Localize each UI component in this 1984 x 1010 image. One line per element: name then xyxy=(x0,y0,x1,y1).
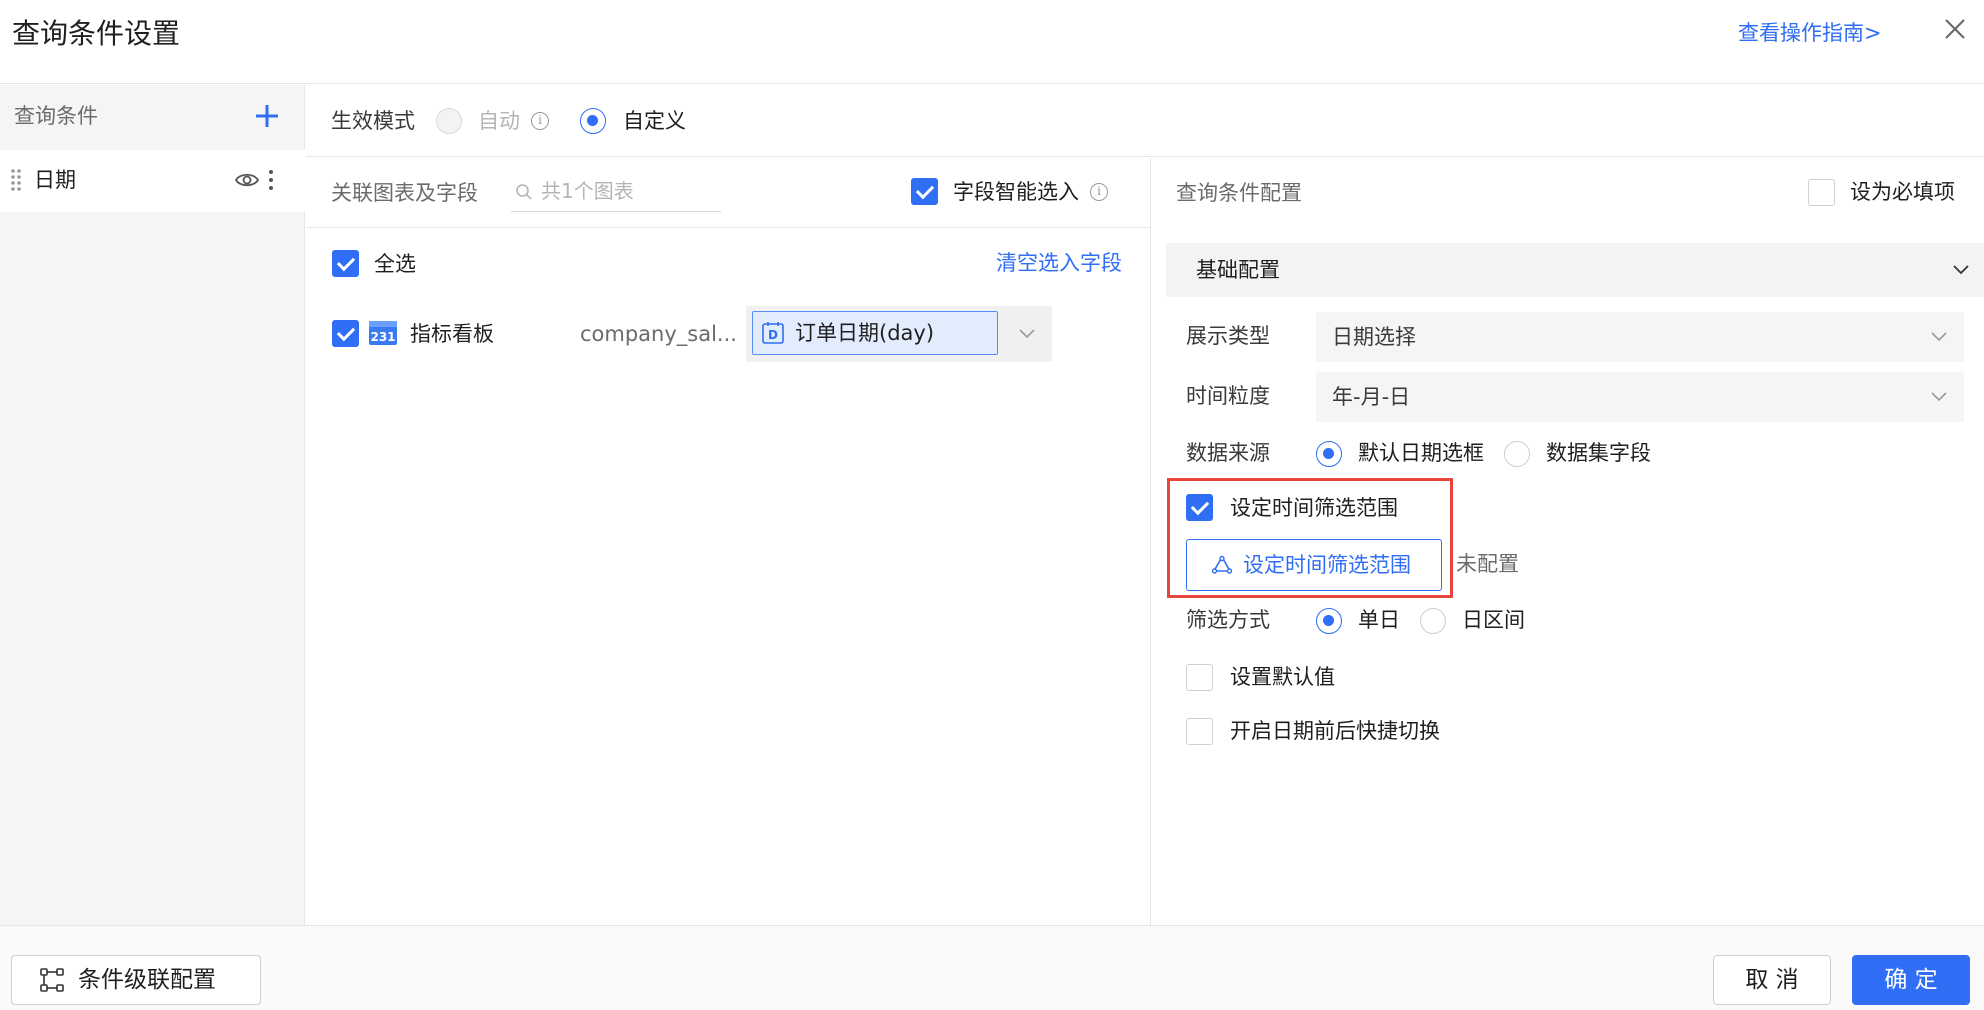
filter-day-range-radio[interactable] xyxy=(1420,608,1446,634)
eye-icon[interactable] xyxy=(234,169,260,191)
default-value-label[interactable]: 设置默认值 xyxy=(1230,661,1335,693)
dialog-title: 查询条件设置 xyxy=(12,17,181,50)
chart-row-checkbox[interactable] xyxy=(332,320,359,347)
mode-auto-label: 自动 xyxy=(478,109,520,133)
basic-config-title: 基础配置 xyxy=(1196,258,1280,282)
data-source-dataset-radio[interactable] xyxy=(1504,441,1530,467)
svg-text:231: 231 xyxy=(370,330,395,344)
mode-custom-radio[interactable] xyxy=(580,108,606,134)
calendar-231-icon: 231 xyxy=(369,321,397,345)
cascade-config-button[interactable]: 条件级联配置 xyxy=(11,955,261,1005)
filter-single-day-label[interactable]: 单日 xyxy=(1358,604,1400,636)
linked-charts-header: 关联图表及字段 字段智能选入 i xyxy=(306,158,1151,228)
close-icon[interactable] xyxy=(1940,14,1970,44)
cascade-icon xyxy=(40,968,64,992)
condition-config-panel: 查询条件配置 设为必填项 基础配置 展示类型 日期选择 时间粒度 年-月-日 数… xyxy=(1152,158,1984,925)
set-time-range-button-label: 设定时间筛选范围 xyxy=(1243,553,1411,577)
quick-switch-checkbox[interactable] xyxy=(1186,718,1213,745)
field-tag[interactable]: D 订单日期(day) xyxy=(752,311,998,355)
granularity-label: 时间粒度 xyxy=(1186,384,1270,408)
smart-select-label[interactable]: 字段智能选入 xyxy=(953,176,1079,208)
granularity-value: 年-月-日 xyxy=(1332,385,1411,409)
default-value-checkbox[interactable] xyxy=(1186,664,1213,691)
display-type-label: 展示类型 xyxy=(1186,324,1270,348)
select-all-checkbox[interactable] xyxy=(332,250,359,277)
condition-config-header: 查询条件配置 设为必填项 xyxy=(1152,158,1984,228)
add-condition-icon[interactable] xyxy=(252,101,282,131)
chevron-down-icon[interactable] xyxy=(1930,331,1948,343)
chart-name: 指标看板 xyxy=(410,322,494,346)
display-type-value: 日期选择 xyxy=(1332,325,1416,349)
mode-auto-radio xyxy=(436,108,462,134)
dialog-footer: 条件级联配置 取 消 确 定 xyxy=(0,925,1984,1010)
filter-day-range-label[interactable]: 日区间 xyxy=(1462,604,1525,636)
info-icon: i xyxy=(1090,183,1108,201)
info-icon: i xyxy=(531,112,549,130)
basic-config-section-header[interactable]: 基础配置 xyxy=(1166,243,1984,297)
cascade-config-label: 条件级联配置 xyxy=(78,967,216,993)
required-checkbox[interactable] xyxy=(1808,179,1835,206)
data-source-default-radio[interactable] xyxy=(1316,441,1342,467)
linked-charts-panel: 关联图表及字段 字段智能选入 i 全选 清空选入字段 231 指标看板 xyxy=(306,158,1151,925)
cancel-button[interactable]: 取 消 xyxy=(1713,955,1831,1005)
more-vertical-icon[interactable] xyxy=(266,166,276,194)
data-source-label: 数据来源 xyxy=(1186,441,1270,465)
svg-text:D: D xyxy=(768,328,778,342)
chevron-down-icon[interactable] xyxy=(1952,264,1970,276)
select-all-label[interactable]: 全选 xyxy=(374,248,416,280)
drag-handle-icon[interactable] xyxy=(10,167,22,193)
search-icon xyxy=(516,184,532,200)
condition-list-panel: 查询条件 日期 xyxy=(0,85,305,925)
condition-item-label: 日期 xyxy=(34,168,76,192)
mode-custom-label[interactable]: 自定义 xyxy=(623,105,686,137)
smart-select-checkbox[interactable] xyxy=(911,178,938,205)
chevron-down-icon[interactable] xyxy=(1930,391,1948,403)
time-range-status: 未配置 xyxy=(1456,552,1519,576)
dataset-name: company_sal... xyxy=(580,322,737,346)
linked-charts-label: 关联图表及字段 xyxy=(331,181,478,205)
display-type-select[interactable]: 日期选择 xyxy=(1316,312,1964,362)
time-range-checkbox[interactable] xyxy=(1186,494,1213,521)
condition-item-date[interactable]: 日期 xyxy=(0,150,305,212)
chart-search-input[interactable] xyxy=(541,174,717,208)
required-label[interactable]: 设为必填项 xyxy=(1850,176,1955,208)
data-source-dataset-label[interactable]: 数据集字段 xyxy=(1546,437,1651,469)
field-tag-label: 订单日期(day) xyxy=(795,321,935,345)
field-select[interactable]: D 订单日期(day) xyxy=(746,306,1052,362)
date-field-icon: D xyxy=(762,322,784,344)
filter-single-day-radio[interactable] xyxy=(1316,608,1342,634)
filter-method-label: 筛选方式 xyxy=(1186,608,1270,632)
ok-button[interactable]: 确 定 xyxy=(1852,955,1970,1005)
set-time-range-button[interactable]: 设定时间筛选范围 xyxy=(1186,539,1442,591)
chart-search-box[interactable] xyxy=(511,172,721,212)
effect-mode-row: 生效模式 自动 i 自定义 xyxy=(306,85,1984,157)
condition-config-label: 查询条件配置 xyxy=(1176,181,1302,205)
filter-range-icon xyxy=(1211,555,1233,574)
data-source-default-label[interactable]: 默认日期选框 xyxy=(1358,437,1484,469)
time-range-checkbox-label[interactable]: 设定时间筛选范围 xyxy=(1230,492,1398,524)
query-condition-dialog: 查询条件设置 查看操作指南> 查询条件 日期 生效模式 自动 i 自定义 关联图… xyxy=(0,0,1984,1010)
clear-selected-fields-link[interactable]: 清空选入字段 xyxy=(996,247,1122,279)
condition-list-title: 查询条件 xyxy=(14,104,98,128)
chevron-down-icon[interactable] xyxy=(1018,328,1036,340)
granularity-select[interactable]: 年-月-日 xyxy=(1316,372,1964,422)
dialog-header: 查询条件设置 查看操作指南> xyxy=(0,0,1984,84)
effect-mode-label: 生效模式 xyxy=(331,109,415,133)
quick-switch-label[interactable]: 开启日期前后快捷切换 xyxy=(1230,715,1440,747)
guide-link[interactable]: 查看操作指南> xyxy=(1738,16,1882,50)
